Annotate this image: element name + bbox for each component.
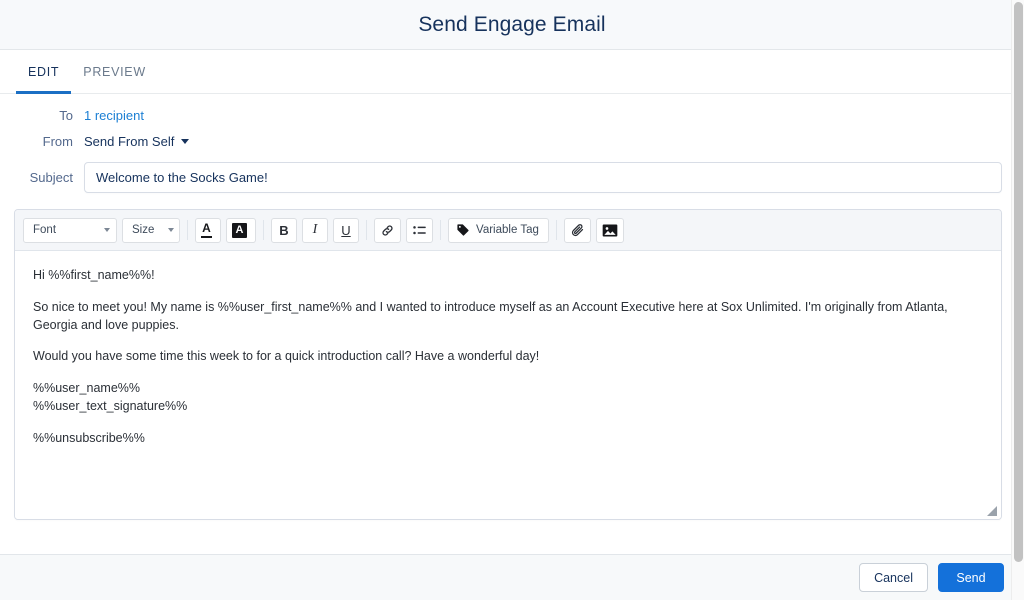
- send-button[interactable]: Send: [938, 563, 1004, 592]
- italic-button[interactable]: I: [302, 217, 328, 243]
- attachment-button[interactable]: [563, 217, 591, 243]
- email-body-editor[interactable]: Hi %%first_name%%! So nice to meet you! …: [15, 251, 1001, 519]
- caret-down-icon: [104, 228, 110, 232]
- toolbar-divider: [187, 220, 188, 240]
- page-title: Send Engage Email: [418, 12, 606, 36]
- body-signature-text: %%user_text_signature%%: [33, 398, 188, 413]
- editor-resize-handle[interactable]: [986, 505, 997, 516]
- tab-preview[interactable]: PREVIEW: [71, 50, 158, 93]
- paperclip-icon: [571, 223, 583, 236]
- dialog-titlebar: Send Engage Email: [0, 0, 1024, 50]
- rich-text-editor: Font Size A A B I U Variable Tag Hi %%fi…: [14, 209, 1002, 520]
- email-compose-form: To 1 recipient From Send From Self Subje…: [0, 94, 1024, 554]
- tag-icon: [457, 224, 469, 236]
- variable-tag-button[interactable]: Variable Tag: [448, 217, 549, 243]
- bold-button[interactable]: B: [271, 217, 297, 243]
- to-label: To: [59, 108, 73, 123]
- dialog-footer: Cancel Send: [0, 554, 1024, 600]
- toolbar-divider: [555, 220, 557, 240]
- toolbar-divider: [440, 220, 441, 240]
- font-select[interactable]: Font: [23, 217, 117, 243]
- to-row: To 1 recipient: [0, 108, 1024, 123]
- font-select-label: Font: [33, 224, 57, 236]
- page-scrollbar-thumb[interactable]: [1014, 2, 1023, 562]
- body-signature-name: %%user_name%%: [33, 381, 140, 395]
- subject-input[interactable]: [84, 162, 1002, 193]
- bulleted-list-button[interactable]: [406, 217, 433, 243]
- link-button[interactable]: [374, 217, 401, 243]
- cancel-button[interactable]: Cancel: [859, 563, 928, 592]
- image-button[interactable]: [595, 217, 624, 243]
- image-icon: [602, 224, 618, 236]
- from-row: From Send From Self: [0, 134, 1024, 149]
- from-value-label: Send From Self: [84, 134, 175, 149]
- from-label: From: [42, 134, 73, 149]
- body-paragraph-1: So nice to meet you! My name is %%user_f…: [33, 299, 948, 332]
- bulleted-list-icon: [413, 225, 426, 234]
- tab-edit[interactable]: EDIT: [16, 50, 72, 94]
- caret-down-icon: [168, 228, 175, 232]
- from-dropdown[interactable]: Send From Self: [84, 134, 190, 149]
- size-select[interactable]: Size: [122, 217, 180, 243]
- variable-tag-label: Variable Tag: [476, 224, 539, 236]
- body-paragraph-2: Would you have some time this week to fo…: [33, 349, 540, 364]
- editor-toolbar: Font Size A A B I U Variable Tag: [15, 210, 1001, 251]
- send-engage-email-dialog: Send Engage Email EDIT PREVIEW To 1 reci…: [0, 0, 1024, 600]
- size-select-label: Size: [132, 224, 155, 236]
- subject-label: Subject: [29, 170, 73, 185]
- subject-row: Subject: [0, 162, 1024, 193]
- tab-list: EDIT PREVIEW: [0, 50, 1024, 94]
- toolbar-divider: [263, 220, 264, 240]
- chevron-down-icon: [181, 139, 190, 144]
- recipient-link[interactable]: 1 recipient: [84, 108, 144, 123]
- toolbar-divider: [366, 220, 367, 240]
- body-greeting: Hi %%first_name%%!: [33, 268, 155, 282]
- highlight-color-icon: A: [232, 222, 247, 238]
- underline-button[interactable]: U: [333, 217, 359, 243]
- page-scrollbar[interactable]: [1011, 0, 1024, 600]
- link-icon: [382, 224, 393, 236]
- text-color-button[interactable]: A: [195, 217, 221, 243]
- text-color-glyph: A: [202, 221, 211, 235]
- text-color-icon: A: [201, 222, 212, 238]
- highlight-color-button[interactable]: A: [226, 217, 256, 243]
- body-unsubscribe: %%unsubscribe%%: [33, 430, 145, 445]
